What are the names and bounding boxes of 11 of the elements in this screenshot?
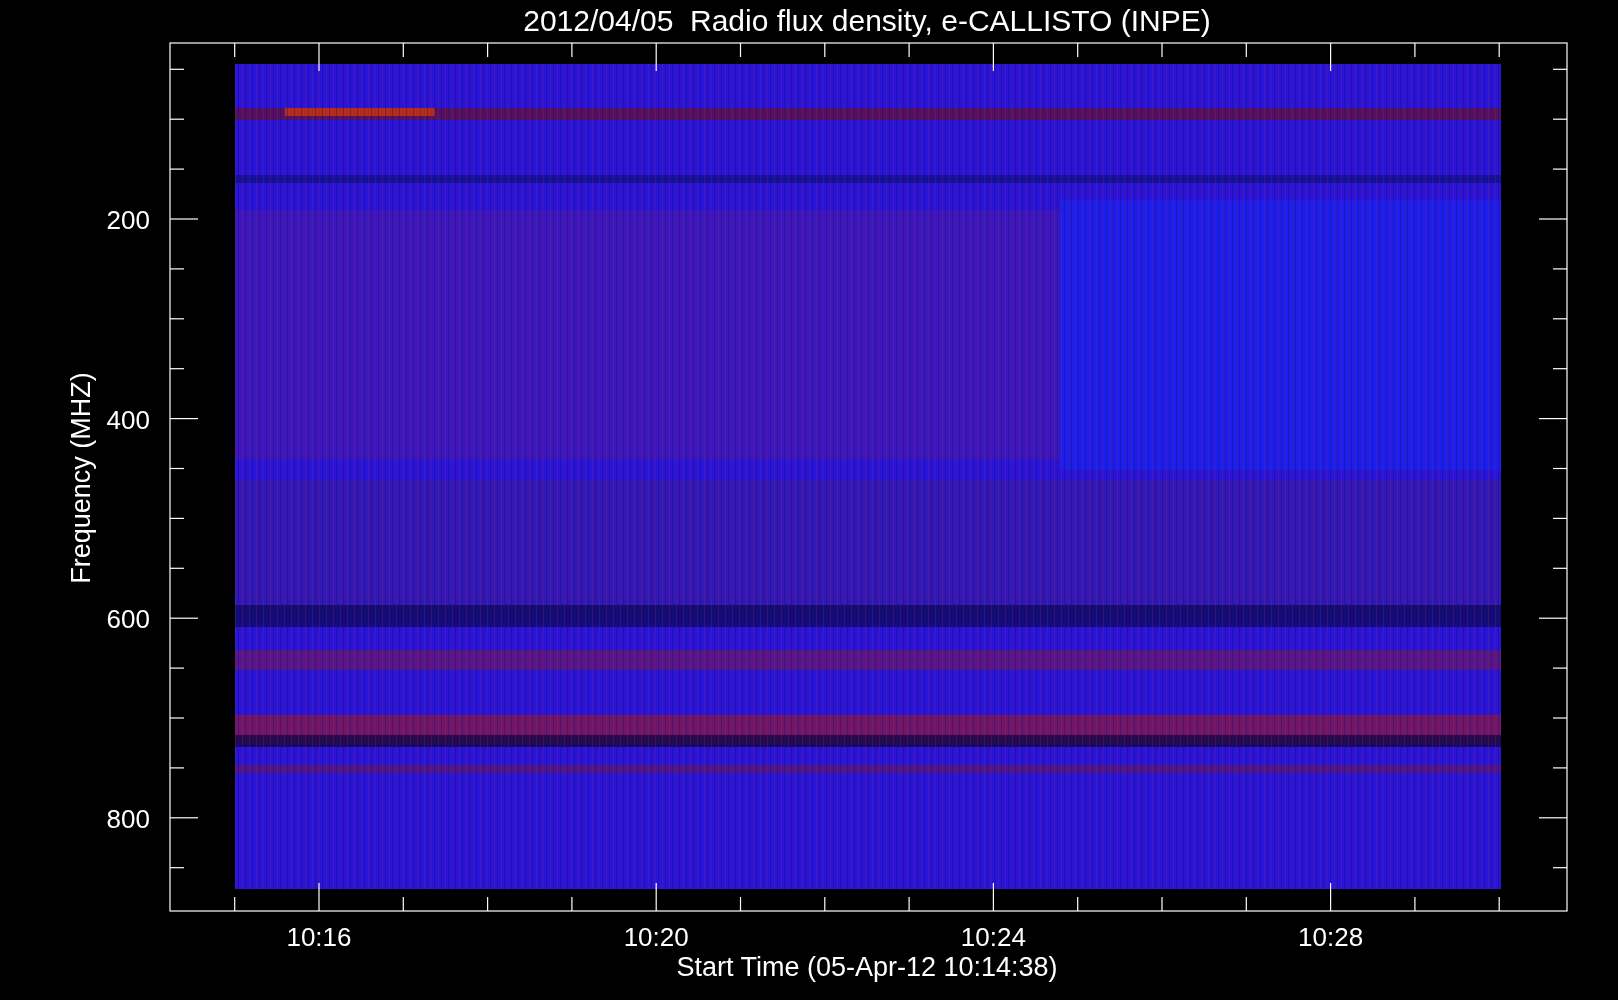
tick-label: 10:20 xyxy=(623,922,689,952)
tick-label: 600 xyxy=(106,604,150,635)
tick-label: 10:28 xyxy=(1298,922,1364,952)
tick-label: 10:16 xyxy=(286,922,352,952)
chart-title: 2012/04/05 Radio flux density, e-CALLISTO (INPE) xyxy=(523,4,1211,37)
tick-label: 800 xyxy=(106,803,150,834)
tick-label: 10:24 xyxy=(960,922,1026,952)
axis-title: Frequency (MHZ) xyxy=(66,372,96,584)
axis-title: Start Time (05-Apr-12 10:14:38) xyxy=(676,952,1058,982)
tick-label: 400 xyxy=(106,404,150,435)
tick-label: 200 xyxy=(106,205,150,235)
